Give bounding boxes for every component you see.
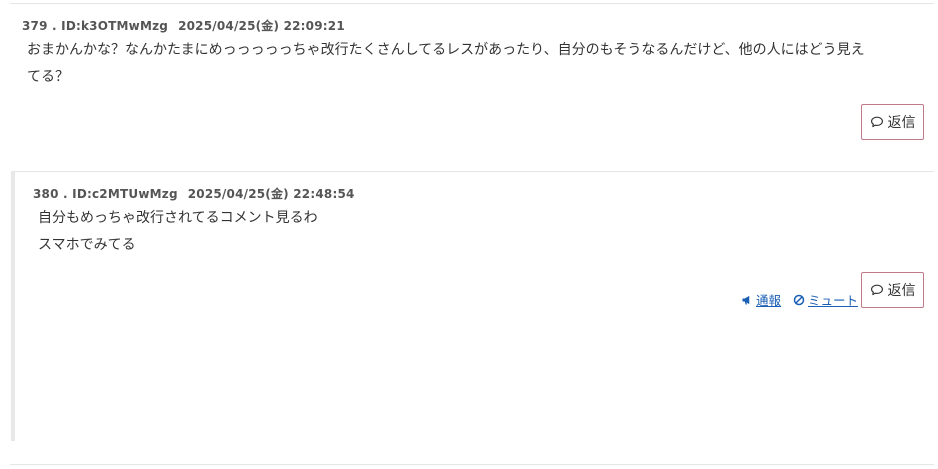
- reply-button[interactable]: 返信: [861, 272, 924, 308]
- post-number-separator: .: [58, 187, 73, 201]
- reply-button-label: 返信: [887, 283, 916, 299]
- post-number-separator: .: [47, 19, 62, 33]
- post-body: おまかんかな？なんかたまにめっっっっっちゃ改行たくさんしてるレスがあったり、自分…: [27, 37, 932, 91]
- poster-id: ID:k3OTMwMzg: [61, 19, 169, 33]
- post-date: 2025/04/25(金) 22:48:54: [187, 187, 355, 201]
- post-line: てる？: [27, 69, 69, 85]
- post-380: 380 . ID:c2MTUwMzg 2025/04/25(金) 22:48:54…: [0, 172, 938, 442]
- mute-link-label: ミュート: [808, 293, 859, 308]
- post-line: 自分もめっちゃ改行されてるコメント見るわ: [38, 210, 318, 226]
- post-date: 2025/04/25(金) 22:09:21: [178, 19, 345, 33]
- post-number: 380: [33, 187, 59, 201]
- post-number: 379: [22, 19, 48, 33]
- bottom-divider: [10, 464, 934, 465]
- prohibited-icon: [793, 294, 805, 305]
- reply-button-label: 返信: [887, 115, 916, 131]
- report-link-label: 通報: [756, 293, 782, 308]
- megaphone-icon: [742, 295, 750, 304]
- post-line: スマホでみてる: [38, 237, 136, 253]
- post-379: 379 . ID:k3OTMwMzg 2025/04/25(金) 22:09:21…: [0, 0, 938, 160]
- mute-link[interactable]: ミュート: [793, 290, 858, 309]
- speech-bubble-icon: [870, 116, 883, 128]
- post-line: おまかんかな？なんかたまにめっっっっっちゃ改行たくさんしてるレスがあったり、自分…: [27, 42, 865, 58]
- report-link[interactable]: 通報: [741, 290, 781, 309]
- post-meta: 379 . ID:k3OTMwMzg 2025/04/25(金) 22:09:21: [22, 17, 345, 34]
- speech-bubble-icon: [870, 284, 883, 296]
- poster-id: ID:c2MTUwMzg: [72, 187, 178, 201]
- post-meta: 380 . ID:c2MTUwMzg 2025/04/25(金) 22:48:54: [33, 185, 355, 202]
- reply-button[interactable]: 返信: [861, 104, 924, 140]
- post-body: 自分もめっちゃ改行されてるコメント見るわ スマホでみてる: [38, 205, 918, 259]
